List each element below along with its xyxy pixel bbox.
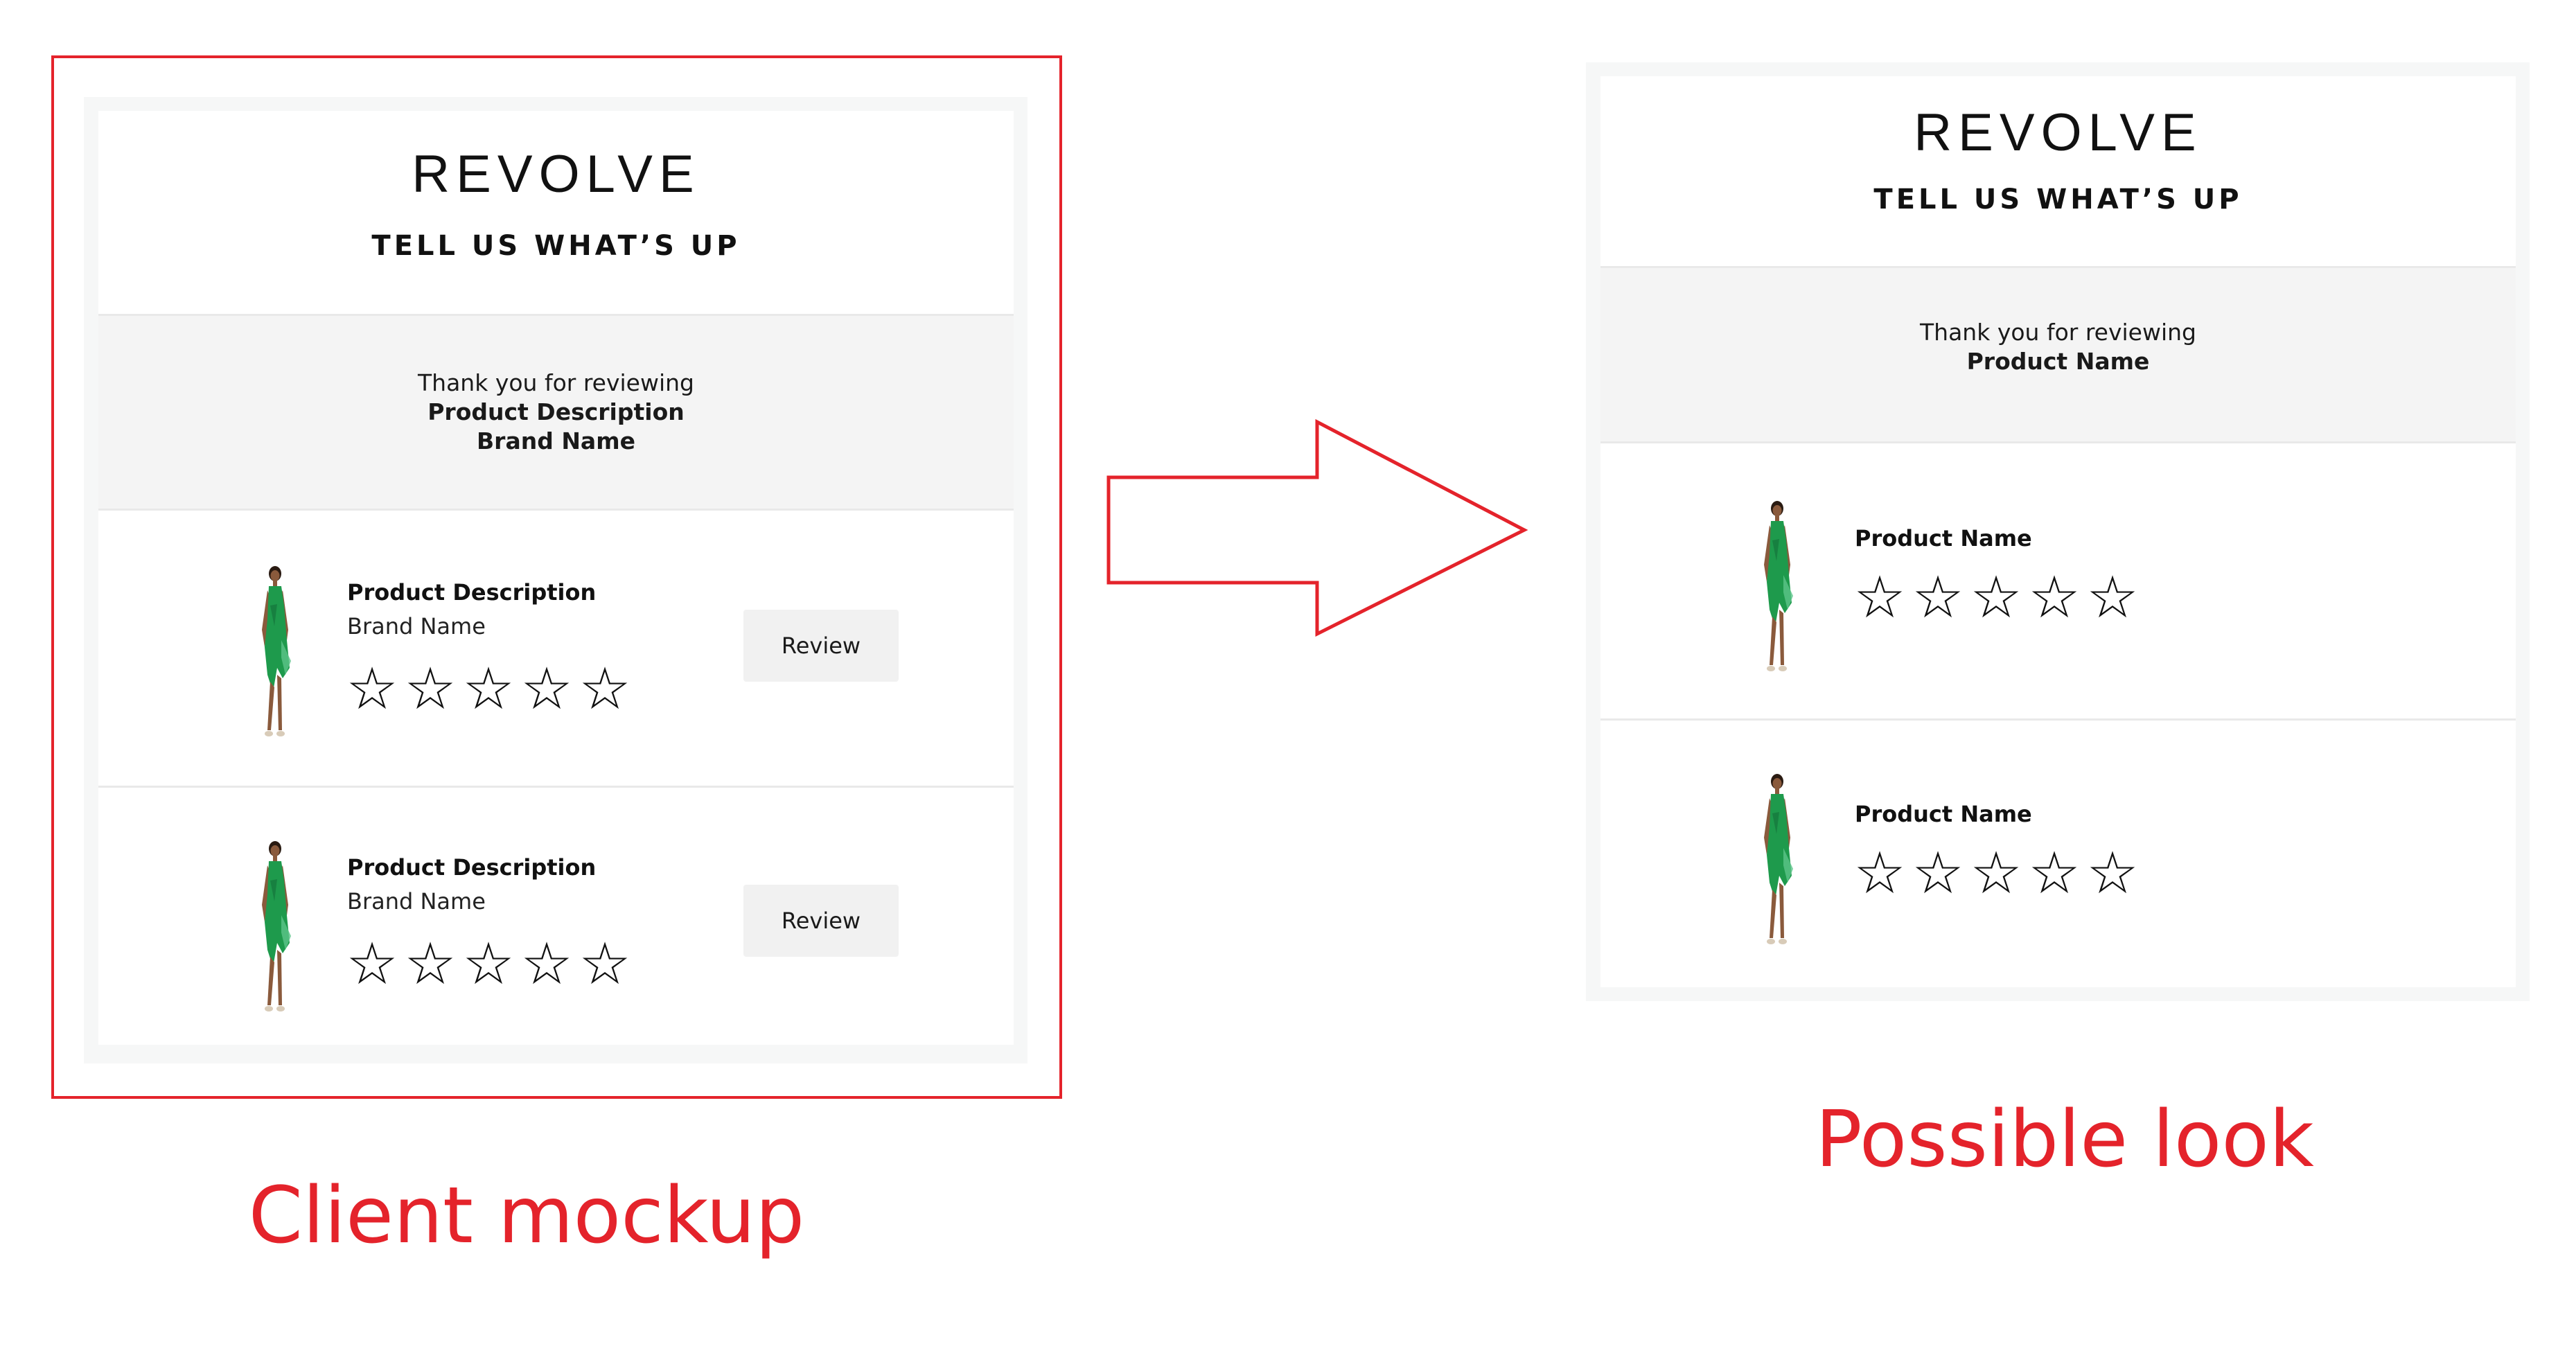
right-arrow-icon — [1106, 419, 1528, 637]
star-outline-icon[interactable]: ☆ — [2086, 568, 2139, 626]
star-outline-icon[interactable]: ☆ — [1912, 844, 1964, 902]
product-row: Product Description Brand Name ☆ ☆ ☆ ☆ ☆… — [98, 788, 1014, 1045]
possible-look-email-background: REVOLVE TELL US WHAT’S UP Thank you for … — [1586, 62, 2530, 1001]
product-title: Product Name — [1855, 525, 2032, 551]
thank-you-text: Thank you for reviewing — [418, 369, 694, 396]
star-outline-icon[interactable]: ☆ — [1970, 844, 2022, 902]
product-row: Product Description Brand Name ☆ ☆ ☆ ☆ ☆… — [98, 511, 1014, 786]
star-outline-icon[interactable]: ☆ — [346, 660, 398, 718]
product-title: Product Description — [347, 579, 597, 606]
star-outline-icon[interactable]: ☆ — [520, 935, 573, 993]
thank-you-band: Thank you for reviewing Product Descript… — [98, 316, 1014, 509]
brand-name: Brand Name — [347, 888, 486, 915]
product-image[interactable] — [1749, 772, 1806, 948]
star-outline-icon[interactable]: ☆ — [579, 935, 631, 993]
star-outline-icon[interactable]: ☆ — [1853, 844, 1906, 902]
possible-look-caption: Possible look — [1815, 1095, 2314, 1185]
star-outline-icon[interactable]: ☆ — [520, 660, 573, 718]
thank-you-text: Thank you for reviewing — [1920, 319, 2196, 346]
product-title: Product Description — [347, 854, 597, 881]
revolve-logo: REVOLVE — [412, 145, 700, 204]
possible-look-email-card: REVOLVE TELL US WHAT’S UP Thank you for … — [1600, 76, 2516, 987]
tagline-heading: TELL US WHAT’S UP — [1873, 184, 2243, 215]
star-rating[interactable]: ☆ ☆ ☆ ☆ ☆ — [1853, 568, 2139, 626]
review-button[interactable]: Review — [743, 610, 899, 682]
star-outline-icon[interactable]: ☆ — [1912, 568, 1964, 626]
mockup-email-background: REVOLVE TELL US WHAT’S UP Thank you for … — [84, 97, 1027, 1063]
star-outline-icon[interactable]: ☆ — [2028, 568, 2081, 626]
star-rating[interactable]: ☆ ☆ ☆ ☆ ☆ — [346, 660, 631, 718]
product-image[interactable] — [247, 839, 303, 1016]
revolve-logo: REVOLVE — [1914, 103, 2203, 162]
product-image[interactable] — [1749, 499, 1806, 675]
thank-you-product: Product Name — [1966, 348, 2150, 375]
thank-you-band: Thank you for reviewing Product Name — [1600, 268, 2516, 441]
thank-you-brand: Brand Name — [477, 427, 635, 454]
review-button[interactable]: Review — [743, 885, 899, 957]
star-outline-icon[interactable]: ☆ — [579, 660, 631, 718]
star-rating[interactable]: ☆ ☆ ☆ ☆ ☆ — [346, 935, 631, 993]
star-outline-icon[interactable]: ☆ — [1970, 568, 2022, 626]
star-outline-icon[interactable]: ☆ — [462, 935, 515, 993]
star-outline-icon[interactable]: ☆ — [404, 660, 457, 718]
star-outline-icon[interactable]: ☆ — [404, 935, 457, 993]
product-title: Product Name — [1855, 801, 2032, 827]
product-row: Product Name ☆ ☆ ☆ ☆ ☆ — [1600, 443, 2516, 718]
star-rating[interactable]: ☆ ☆ ☆ ☆ ☆ — [1853, 844, 2139, 902]
product-row: Product Name ☆ ☆ ☆ ☆ ☆ — [1600, 721, 2516, 987]
client-mockup-caption: Client mockup — [248, 1171, 805, 1261]
star-outline-icon[interactable]: ☆ — [346, 935, 398, 993]
thank-you-product: Product Description — [427, 398, 685, 425]
mockup-email-card: REVOLVE TELL US WHAT’S UP Thank you for … — [98, 111, 1014, 1045]
product-image[interactable] — [247, 564, 303, 741]
star-outline-icon[interactable]: ☆ — [462, 660, 515, 718]
tagline-heading: TELL US WHAT’S UP — [371, 230, 741, 262]
star-outline-icon[interactable]: ☆ — [2086, 844, 2139, 902]
client-mockup-frame: REVOLVE TELL US WHAT’S UP Thank you for … — [51, 55, 1062, 1099]
star-outline-icon[interactable]: ☆ — [2028, 844, 2081, 902]
brand-name: Brand Name — [347, 613, 486, 639]
star-outline-icon[interactable]: ☆ — [1853, 568, 1906, 626]
